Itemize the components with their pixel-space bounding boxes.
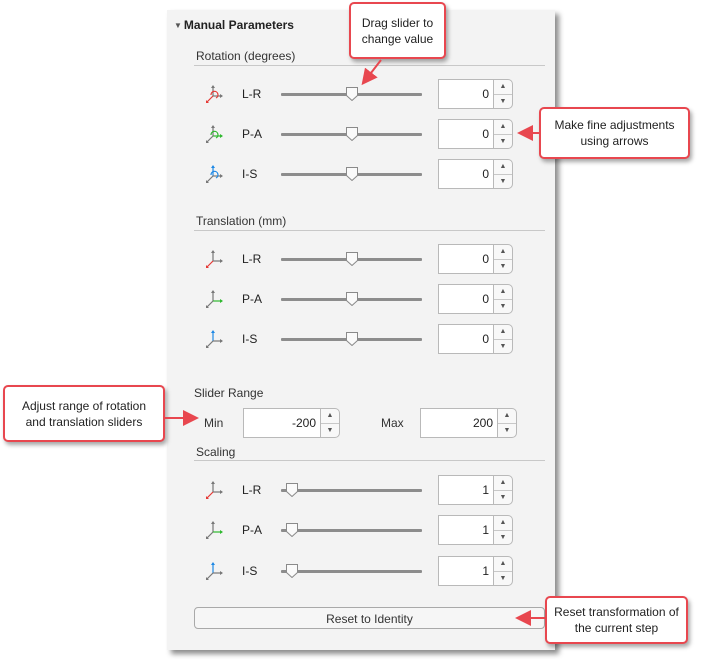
callout-fine-adjust: Make fine adjustments using arrows: [539, 107, 690, 159]
translate-is-icon: [204, 328, 226, 350]
max-input[interactable]: 200: [420, 408, 497, 438]
value-input[interactable]: 1: [438, 556, 493, 586]
slider-thumb[interactable]: [345, 127, 358, 142]
slider-thumb[interactable]: [286, 523, 299, 538]
reset-to-identity-button[interactable]: Reset to Identity: [194, 607, 545, 629]
increment-arrow-icon[interactable]: ▲: [494, 160, 512, 175]
increment-arrow-icon[interactable]: ▲: [494, 325, 512, 340]
callout-reset: Reset transformation of the current step: [545, 596, 688, 644]
value-input[interactable]: 0: [438, 324, 493, 354]
decrement-arrow-icon[interactable]: ▼: [498, 424, 516, 438]
triangle-down-icon[interactable]: ▼: [174, 21, 182, 30]
value-input[interactable]: 0: [438, 79, 493, 109]
increment-arrow-icon[interactable]: ▲: [321, 409, 339, 424]
translation-l-r-spinner[interactable]: 0 ▲ ▼: [438, 244, 513, 274]
value-input[interactable]: 0: [438, 284, 493, 314]
rotation-p-a-spinner[interactable]: 0 ▲ ▼: [438, 119, 513, 149]
callout-adjust-range: Adjust range of rotation and translation…: [3, 385, 165, 442]
rotate-lr-icon: [204, 83, 226, 105]
increment-arrow-icon[interactable]: ▲: [494, 476, 512, 491]
slider-thumb[interactable]: [345, 87, 358, 102]
translation-section-title: Translation (mm): [196, 214, 287, 228]
decrement-arrow-icon[interactable]: ▼: [494, 175, 512, 189]
decrement-arrow-icon[interactable]: ▼: [494, 340, 512, 354]
translation-p-a-spinner[interactable]: 0 ▲ ▼: [438, 284, 513, 314]
rotation-l-r-spinner[interactable]: 0 ▲ ▼: [438, 79, 513, 109]
rotate-is-icon: [204, 163, 226, 185]
decrement-arrow-icon[interactable]: ▼: [494, 300, 512, 314]
translate-pa-icon: [204, 288, 226, 310]
callout-drag-slider: Drag slider to change value: [349, 2, 446, 59]
scale-is-icon: [204, 560, 226, 582]
rotation-i-s-label: I-S: [242, 167, 258, 181]
decrement-arrow-icon[interactable]: ▼: [321, 424, 339, 438]
slider-thumb[interactable]: [345, 167, 358, 182]
translation-p-a-label: P-A: [242, 292, 263, 306]
scaling-p-a-label: P-A: [242, 523, 263, 537]
scaling-p-a-spinner[interactable]: 1 ▲ ▼: [438, 515, 513, 545]
scaling-section-title: Scaling: [196, 445, 236, 459]
scaling-i-s-spinner[interactable]: 1 ▲ ▼: [438, 556, 513, 586]
scaling-p-a-slider[interactable]: [281, 529, 422, 532]
scale-lr-icon: [204, 479, 226, 501]
translation-i-s-label: I-S: [242, 332, 258, 346]
rotation-l-r-label: L-R: [242, 87, 262, 101]
scaling-l-r-label: L-R: [242, 483, 262, 497]
increment-arrow-icon[interactable]: ▲: [494, 245, 512, 260]
scaling-i-s-slider[interactable]: [281, 570, 422, 573]
increment-arrow-icon[interactable]: ▲: [498, 409, 516, 424]
increment-arrow-icon[interactable]: ▲: [494, 285, 512, 300]
slider-thumb[interactable]: [345, 292, 358, 307]
decrement-arrow-icon[interactable]: ▼: [494, 95, 512, 109]
rotate-pa-icon: [204, 123, 226, 145]
translation-i-s-spinner[interactable]: 0 ▲ ▼: [438, 324, 513, 354]
scaling-l-r-spinner[interactable]: 1 ▲ ▼: [438, 475, 513, 505]
value-input[interactable]: 0: [438, 119, 493, 149]
increment-arrow-icon[interactable]: ▲: [494, 557, 512, 572]
max-spinner[interactable]: 200 ▲ ▼: [420, 408, 517, 438]
scale-pa-icon: [204, 519, 226, 541]
min-input[interactable]: -200: [243, 408, 320, 438]
slider-thumb[interactable]: [345, 332, 358, 347]
value-input[interactable]: 1: [438, 475, 493, 505]
translate-lr-icon: [204, 248, 226, 270]
decrement-arrow-icon[interactable]: ▼: [494, 531, 512, 545]
slider-thumb[interactable]: [345, 252, 358, 267]
decrement-arrow-icon[interactable]: ▼: [494, 135, 512, 149]
translation-divider: [194, 230, 545, 231]
scaling-divider: [194, 460, 545, 461]
panel-title: Manual Parameters: [183, 18, 294, 32]
value-input[interactable]: 0: [438, 244, 493, 274]
increment-arrow-icon[interactable]: ▲: [494, 120, 512, 135]
slider-thumb[interactable]: [286, 564, 299, 579]
slider-range-title: Slider Range: [194, 386, 264, 400]
max-label: Max: [381, 416, 404, 430]
value-input[interactable]: 1: [438, 515, 493, 545]
decrement-arrow-icon[interactable]: ▼: [494, 260, 512, 274]
slider-thumb[interactable]: [286, 483, 299, 498]
manual-parameters-header[interactable]: ▼ Manual Parameters: [174, 18, 294, 32]
rotation-p-a-label: P-A: [242, 127, 263, 141]
increment-arrow-icon[interactable]: ▲: [494, 80, 512, 95]
rotation-i-s-spinner[interactable]: 0 ▲ ▼: [438, 159, 513, 189]
scaling-l-r-slider[interactable]: [281, 489, 422, 492]
min-label: Min: [204, 416, 224, 430]
translation-l-r-label: L-R: [242, 252, 262, 266]
scaling-i-s-label: I-S: [242, 564, 258, 578]
value-input[interactable]: 0: [438, 159, 493, 189]
decrement-arrow-icon[interactable]: ▼: [494, 572, 512, 586]
rotation-divider: [194, 65, 545, 66]
min-spinner[interactable]: -200 ▲ ▼: [243, 408, 340, 438]
increment-arrow-icon[interactable]: ▲: [494, 516, 512, 531]
rotation-section-title: Rotation (degrees): [196, 49, 296, 63]
decrement-arrow-icon[interactable]: ▼: [494, 491, 512, 505]
